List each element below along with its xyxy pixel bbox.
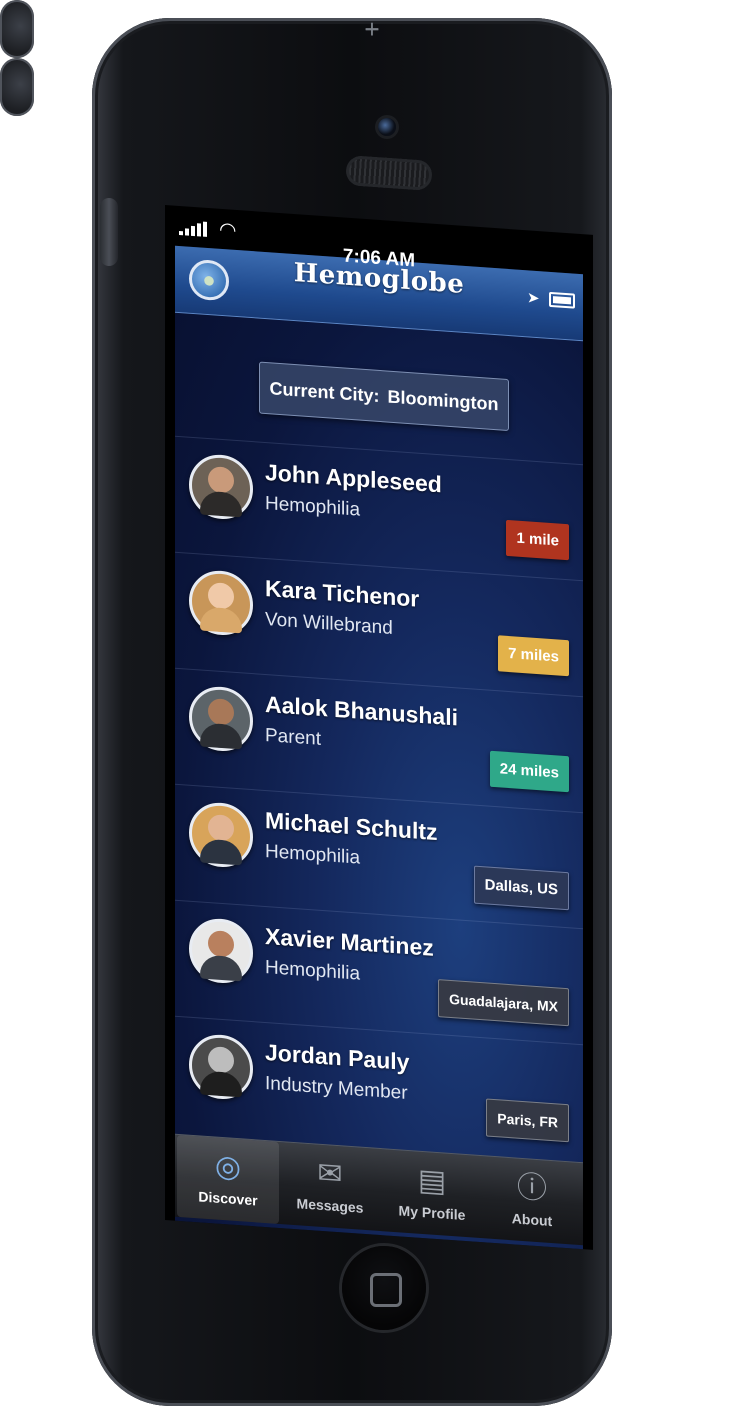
envelope-icon: ✉ bbox=[317, 1156, 343, 1192]
profile-card-icon: ▤ bbox=[417, 1163, 447, 1199]
tab-messages[interactable]: ✉ Messages bbox=[279, 1142, 381, 1231]
person-condition: Parent bbox=[265, 724, 321, 750]
tab-label: Messages bbox=[296, 1195, 364, 1216]
person-name: Aalok Bhanushali bbox=[265, 690, 458, 731]
distance-badge: 24 miles bbox=[489, 750, 569, 793]
person-condition: Hemophilia bbox=[265, 840, 361, 869]
person-name: Xavier Martinez bbox=[265, 922, 434, 961]
earpiece-speaker bbox=[345, 155, 433, 191]
person-name: Kara Tichenor bbox=[265, 574, 420, 612]
avatar bbox=[189, 684, 253, 754]
person-name: Michael Schultz bbox=[265, 806, 438, 846]
location-badge: Paris, FR bbox=[486, 1098, 569, 1143]
volume-down-button: − bbox=[0, 14, 380, 116]
front-camera bbox=[378, 118, 396, 136]
tab-about[interactable]: ⓘ About bbox=[481, 1156, 583, 1245]
distance-badge: 7 miles bbox=[498, 635, 569, 677]
avatar bbox=[189, 568, 253, 638]
tab-my-profile[interactable]: ▤ My Profile bbox=[381, 1149, 483, 1238]
distance-badge: 1 mile bbox=[506, 519, 569, 561]
tab-discover[interactable]: ◎ Discover bbox=[177, 1134, 279, 1224]
people-list: John Appleseed Hemophilia 1 mile Kara Ti… bbox=[175, 435, 583, 1161]
home-button[interactable] bbox=[342, 1246, 426, 1330]
radar-icon: ◎ bbox=[214, 1149, 242, 1185]
person-condition: Hemophilia bbox=[265, 956, 361, 985]
avatar bbox=[189, 452, 253, 522]
person-condition: Industry Member bbox=[265, 1072, 408, 1104]
location-badge: Dallas, US bbox=[473, 865, 569, 911]
person-name: John Appleseed bbox=[265, 458, 442, 498]
tab-label: Discover bbox=[198, 1188, 258, 1209]
avatar bbox=[189, 916, 253, 986]
person-condition: Von Willebrand bbox=[265, 608, 393, 639]
person-name: Jordan Pauly bbox=[265, 1038, 410, 1076]
avatar bbox=[189, 800, 253, 870]
tab-label: About bbox=[511, 1210, 553, 1230]
tab-label: My Profile bbox=[398, 1202, 466, 1224]
avatar bbox=[189, 1032, 253, 1102]
current-city-value: Bloomington bbox=[387, 386, 499, 415]
person-condition: Hemophilia bbox=[265, 492, 361, 521]
current-city-label: Current City: bbox=[269, 378, 380, 407]
location-badge: Guadalajara, MX bbox=[438, 979, 569, 1027]
home-square-icon bbox=[370, 1273, 402, 1307]
screen: ◠ ● 7:06 AM ➤ Hemoglobe Current City: Blo… bbox=[165, 205, 593, 1250]
info-icon: ⓘ bbox=[517, 1170, 547, 1206]
